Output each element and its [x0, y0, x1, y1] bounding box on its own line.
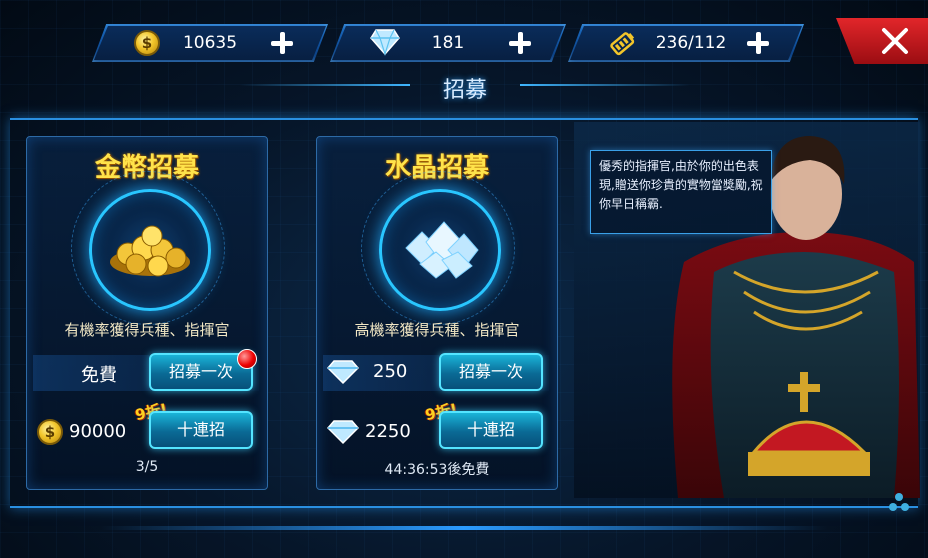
crystal-amount: 181: [431, 33, 465, 53]
gold-recruit-ten-button[interactable]: 十連招: [149, 411, 253, 449]
add-gold-button[interactable]: [270, 31, 294, 55]
crystal-recruit-desc: 高機率獲得兵種、指揮官: [354, 321, 520, 339]
energy-amount: 236/112: [655, 33, 727, 53]
crystal-free-timer: 44:36:53後免費: [384, 462, 490, 478]
gold-recruit-desc: 有機率獲得兵種、指揮官: [64, 321, 230, 339]
gold-amount: 10635: [182, 33, 238, 53]
crystal-recruit-once-button[interactable]: 招募一次: [439, 353, 543, 391]
crystal-resource-bar: 181: [330, 24, 566, 62]
diamond-icon: [326, 359, 360, 385]
add-crystal-button[interactable]: [508, 31, 532, 55]
gold-recruit-count: 3/5: [135, 459, 159, 475]
commander-speech-bubble: 優秀的指揮官,由於你的出色表現,贈送你珍貴的實物當獎勵,祝你早日稱霸.: [590, 150, 772, 234]
crystal-pile-icon: [379, 189, 501, 311]
title-bar: 招募: [240, 66, 690, 104]
energy-battery-icon: [608, 28, 638, 58]
page-title: 招募: [442, 78, 487, 103]
crystal-single-price: 250: [373, 361, 408, 382]
crystal-recruit-card: 水晶招募 高機率獲得兵種、指揮官 250 招募一次 2250 9折! 十連招 4…: [316, 136, 558, 490]
gold-coin-icon: $: [37, 419, 63, 445]
free-label: 免費: [81, 365, 117, 386]
gold-resource-bar: $ 10635: [92, 24, 328, 62]
bottom-decoration: [100, 526, 828, 530]
energy-resource-bar: 236/112: [568, 24, 804, 62]
menu-dots-icon[interactable]: [888, 492, 910, 518]
diamond-icon: [326, 419, 360, 445]
crystal-ten-price: 2250: [365, 421, 411, 442]
crystal-recruit-ten-button[interactable]: 十連招: [439, 411, 543, 449]
gold-recruit-card: 金幣招募 有機率獲得兵種、指揮官 免費 招募一次 $ 90000 9折! 十連招…: [26, 136, 268, 490]
gold-pile-icon: [89, 189, 211, 311]
close-icon: [882, 28, 908, 54]
notification-dot: [237, 349, 257, 369]
gold-ten-price: 90000: [69, 421, 127, 442]
add-energy-button[interactable]: [746, 31, 770, 55]
